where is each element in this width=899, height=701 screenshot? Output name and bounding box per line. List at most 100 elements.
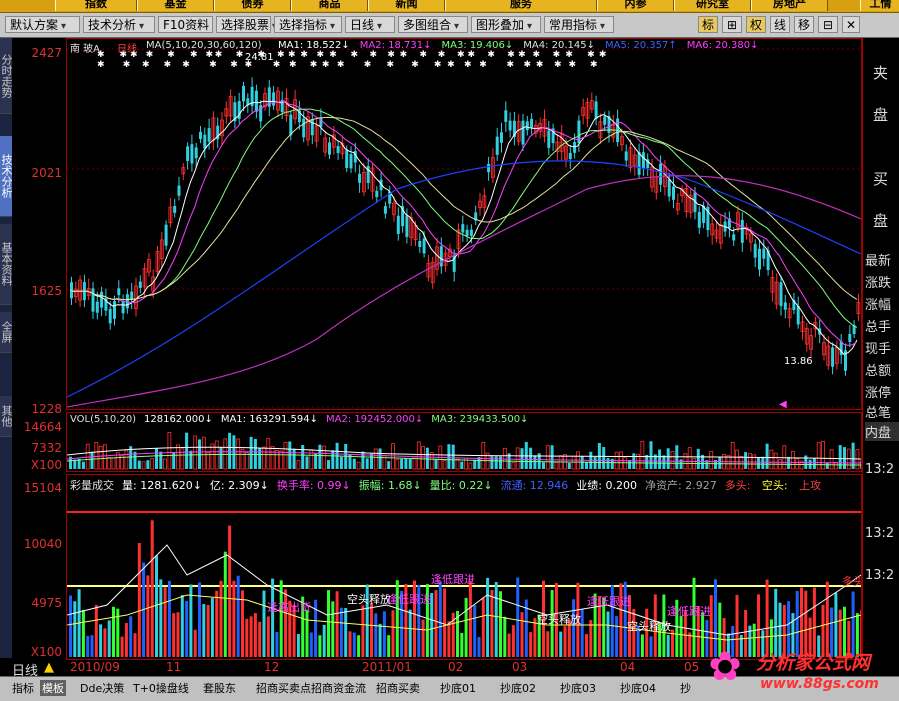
vol-bar — [425, 447, 429, 469]
overlay-dropdown[interactable]: 图形叠加 — [471, 16, 541, 33]
signal-star: ✱ — [523, 60, 531, 70]
ind-bar — [632, 609, 636, 657]
layout-toggle[interactable]: ⊟ — [818, 16, 838, 33]
menu-item-service[interactable]: 服务 — [445, 0, 597, 11]
period-dropdown[interactable]: 日线 — [345, 16, 395, 33]
menu-item-more[interactable]: 工情 — [860, 0, 899, 11]
menu-item-insider[interactable]: 内参 — [597, 0, 674, 11]
indicator-chart[interactable]: 逢低跟进空头释放逢高出货逢低跟进空头释放逢低跟进空头释放逢低跟进多头信号 — [66, 474, 886, 660]
signal-star: ✱ — [565, 50, 573, 60]
ind-bar — [370, 603, 373, 657]
ind-bar — [490, 589, 494, 657]
buy-label-1: 买 — [872, 170, 888, 188]
vol-bar — [455, 458, 460, 470]
vol-bar — [176, 444, 180, 470]
ind-bar — [232, 580, 236, 657]
time-1: 13:2 — [865, 462, 895, 477]
ind-bar — [585, 633, 588, 657]
ind-bar — [241, 590, 244, 657]
vol-bar — [163, 458, 167, 470]
vol-bar — [137, 460, 141, 469]
candle — [504, 110, 508, 122]
sell-label-2: 盘 — [872, 106, 888, 124]
tab-dde[interactable]: Dde决策 — [80, 680, 124, 696]
tech-analysis-dropdown[interactable]: 技术分析 — [83, 16, 155, 33]
ind-bar — [296, 633, 300, 657]
kline-chart[interactable]: ✱ ✱ ✱ ✱ ✱ ✱ ✱ ✱ ✱ ✱ ✱ ✱ ✱ ✱ ✱ ✱ ✱ ✱ ✱ ✱ ✱ ✱ ✱ ✱ ✱ ✱ ✱ ✱ ✱ ✱ ✱ ✱ ✱ ✱ ✱ ✱ ✱ ✱ ✱ ✱… — [66, 38, 862, 410]
menu-item-index[interactable]: 指数 — [55, 0, 137, 11]
ind-bar — [81, 609, 85, 657]
tab-timeshare[interactable]: 分时走势 — [0, 38, 13, 114]
tab-bottom01[interactable]: 抄底01 — [440, 680, 476, 696]
ind-bar — [327, 590, 330, 657]
ind-bar — [361, 605, 365, 657]
tab-bottom02[interactable]: 抄底02 — [500, 680, 536, 696]
tab-shareholder[interactable]: 套股东 — [203, 680, 236, 696]
vol-bar — [567, 462, 571, 469]
vol-bar — [378, 448, 382, 469]
ind-bar — [529, 632, 533, 657]
ind-values-item: 业绩: 0.200 — [576, 479, 637, 492]
menu-item-commodity[interactable]: 商品 — [291, 0, 368, 11]
sell-label-1: 夹 — [872, 64, 888, 82]
candle — [272, 92, 276, 106]
tab-buysell-point[interactable]: 招商买卖点 — [256, 680, 311, 696]
mark-toggle[interactable]: 标 — [698, 16, 718, 33]
tab-fund-flow[interactable]: 招商资金流 — [311, 680, 366, 696]
signal-star: ✱ — [400, 50, 408, 60]
signal-star: ✱ — [447, 60, 455, 70]
ma-values: MA1: 18.522↓ MA2: 18.731↓ MA3: 19.406↓ MA4:… — [278, 40, 769, 51]
tab-bottom03[interactable]: 抄底03 — [560, 680, 596, 696]
tab-basic-info[interactable]: 基本资料 — [0, 224, 13, 305]
ind-unit: X100 — [30, 645, 62, 659]
common-indicator-dropdown[interactable]: 常用指标 — [544, 16, 614, 33]
tab-other[interactable]: 其他 — [0, 396, 13, 437]
ind-bar — [215, 590, 219, 657]
signal-star: ✱ — [411, 60, 419, 70]
ind-bar — [210, 597, 214, 657]
grid-toggle[interactable]: ⊞ — [722, 16, 742, 33]
tab-bottom05[interactable]: 抄 — [680, 680, 691, 696]
time-tick: 12 — [264, 660, 280, 674]
tab-t0[interactable]: T+0操盘线 — [133, 680, 189, 696]
tab-indicator[interactable]: 指标 — [12, 680, 34, 696]
vol-bar — [339, 456, 343, 469]
select-indicator-button[interactable]: 选择指标 — [274, 16, 342, 33]
ind-bar — [499, 591, 502, 657]
signal-star: ✱ — [468, 50, 476, 60]
tab-fullscreen[interactable]: 全屏 — [0, 312, 13, 353]
signal-star: ✱ — [310, 60, 318, 70]
f10-button[interactable]: F10资料 — [158, 16, 213, 33]
ind-bar — [322, 624, 326, 657]
menu-item-news[interactable]: 新闻 — [368, 0, 445, 11]
scheme-dropdown[interactable]: 默认方案 — [5, 16, 80, 33]
vol-bar — [744, 452, 748, 469]
candle — [242, 85, 245, 102]
menu-item-fund[interactable]: 基金 — [137, 0, 214, 11]
menu-item-research[interactable]: 研究室 — [674, 0, 751, 11]
tab-template[interactable]: 模板 — [40, 680, 66, 696]
move-toggle[interactable]: 移 — [794, 16, 814, 33]
candle — [594, 101, 598, 119]
ind-bar — [309, 632, 313, 657]
period-indicator[interactable]: 日线 ▲ — [0, 660, 66, 679]
candle — [177, 185, 181, 196]
signal-star: ✱ — [420, 50, 428, 60]
menu-item-realestate[interactable]: 房地产 — [751, 0, 828, 11]
ind-bar — [202, 604, 206, 657]
line-toggle[interactable]: 线 — [770, 16, 790, 33]
select-stock-button[interactable]: 选择股票 — [216, 16, 271, 33]
quote-label-inner: 内盘 — [865, 422, 899, 441]
tab-bottom04[interactable]: 抄底04 — [620, 680, 656, 696]
menu-item-bond[interactable]: 债券 — [214, 0, 291, 11]
tab-tech-analysis[interactable]: 技术分析 — [0, 136, 13, 217]
rights-toggle[interactable]: 权 — [746, 16, 766, 33]
ind-bar — [352, 632, 356, 657]
close-icon[interactable]: ✕ — [842, 16, 860, 33]
vol-bar — [155, 448, 158, 469]
tab-buysell[interactable]: 招商买卖 — [376, 680, 420, 696]
signal-star: ✱ — [322, 60, 330, 70]
multi-chart-dropdown[interactable]: 多图组合 — [398, 16, 468, 33]
ind-bar — [331, 601, 335, 657]
vol-values: 128162.000↓ MA1: 163291.594↓ MA2: 192452.0… — [144, 414, 536, 425]
